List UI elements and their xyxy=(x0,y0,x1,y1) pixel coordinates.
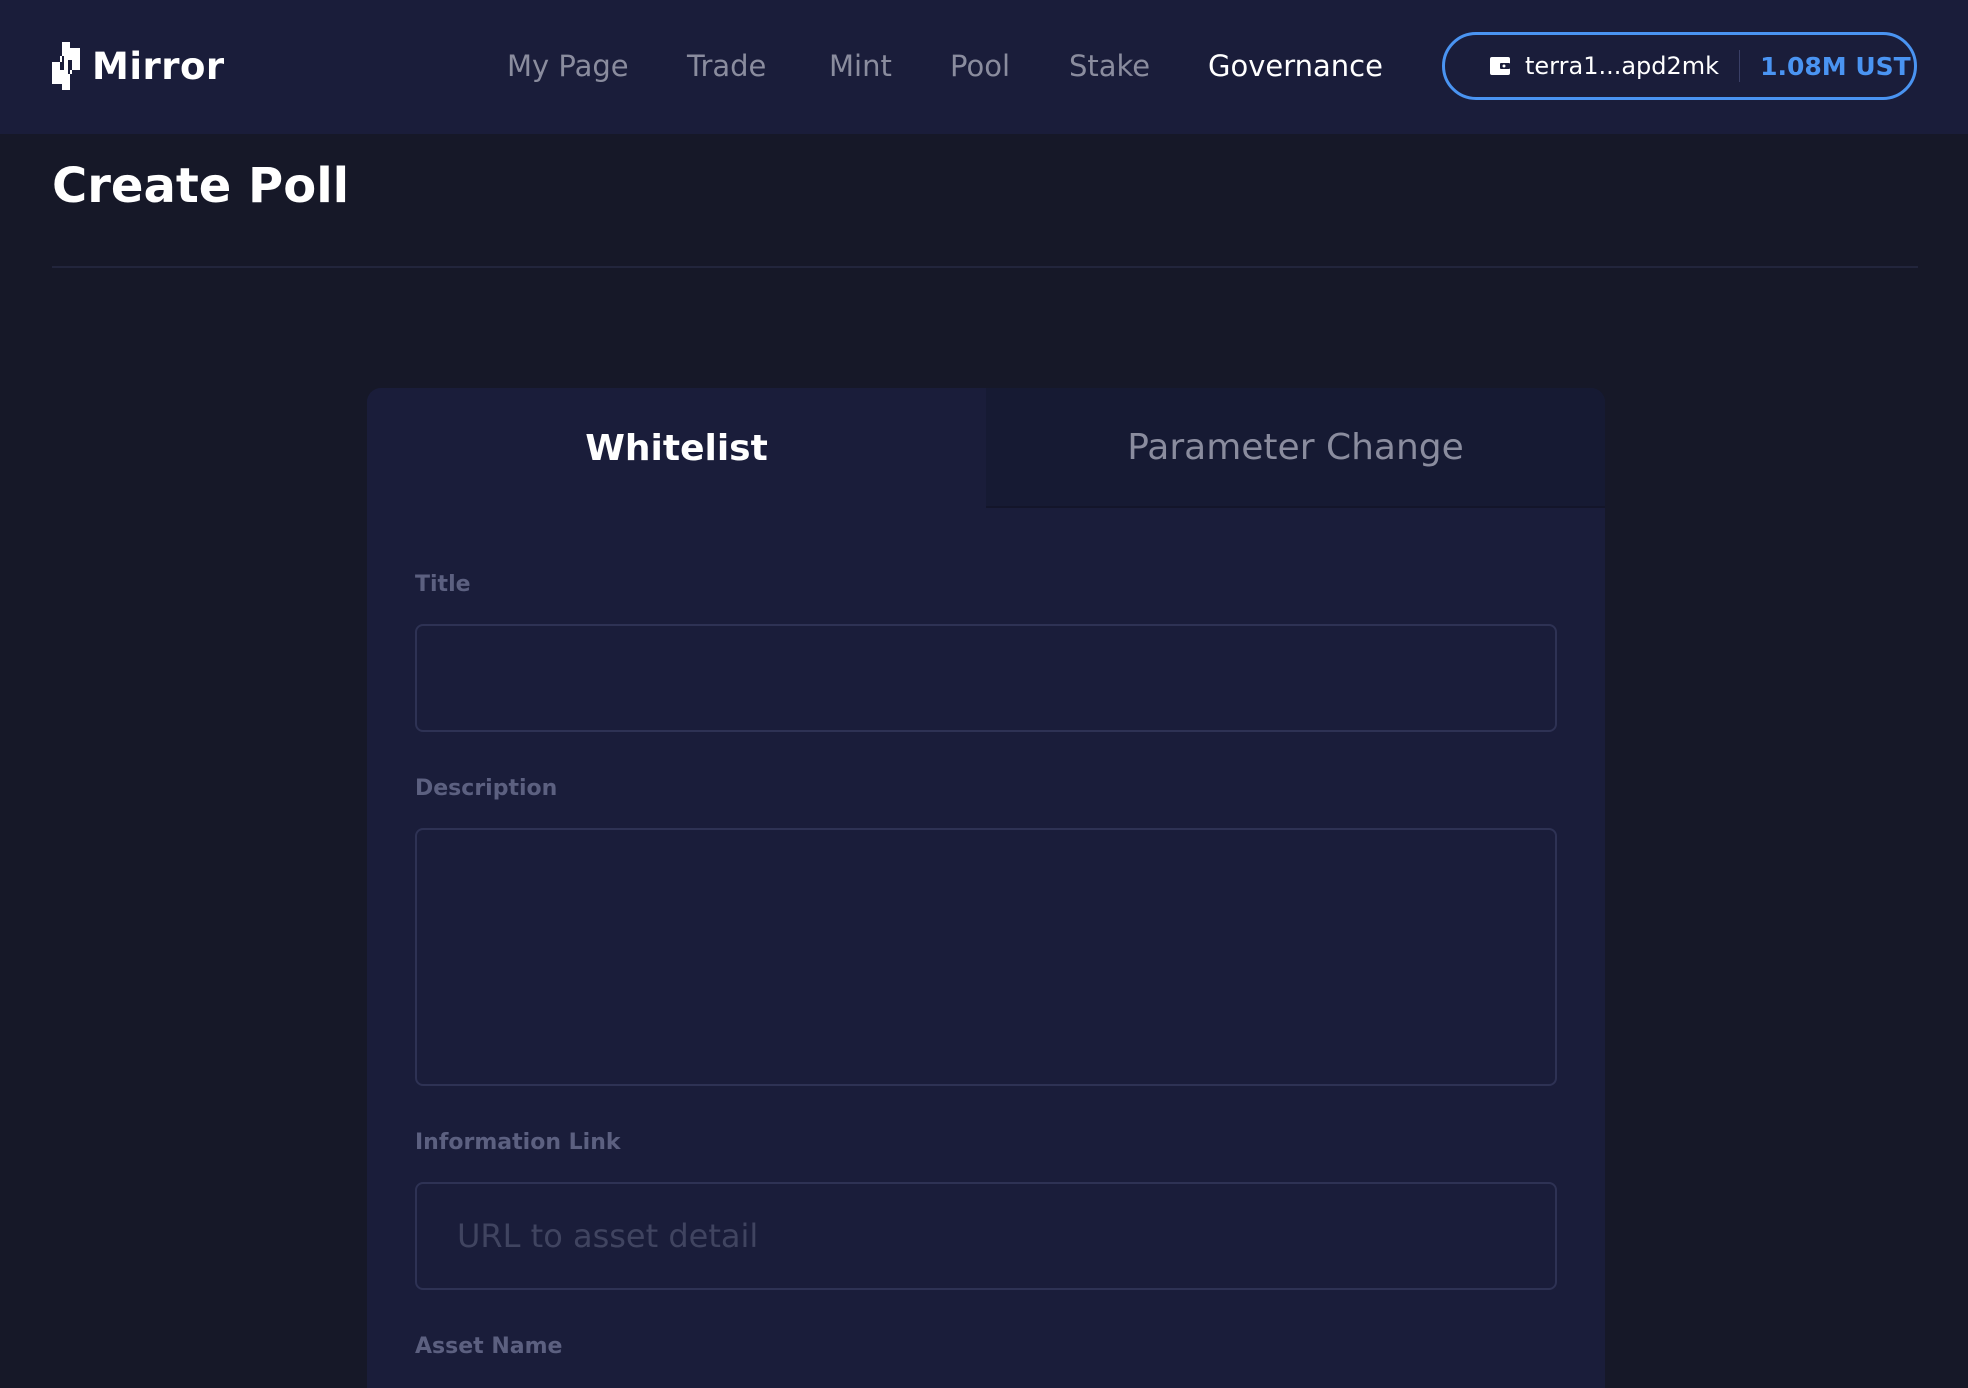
mirror-logo[interactable]: Mirror xyxy=(52,40,225,92)
wallet-button[interactable]: terra1...apd2mk 1.08M UST xyxy=(1442,32,1917,100)
title-label: Title xyxy=(415,572,471,597)
description-label: Description xyxy=(415,776,558,801)
tab-parameter-change[interactable]: Parameter Change xyxy=(986,388,1605,508)
create-poll-form: Whitelist Parameter Change Title Descrip… xyxy=(367,388,1605,1388)
wallet-icon xyxy=(1490,57,1510,75)
nav-item-stake[interactable]: Stake xyxy=(1069,44,1150,88)
title-input[interactable] xyxy=(415,624,1557,732)
description-textarea[interactable] xyxy=(415,828,1557,1086)
top-navigation-bar: Mirror My Page Trade Mint Pool Stake Gov… xyxy=(0,0,1968,134)
tab-whitelist[interactable]: Whitelist xyxy=(367,388,986,508)
wallet-address: terra1...apd2mk xyxy=(1525,52,1720,80)
logo-text: Mirror xyxy=(92,44,225,88)
asset-name-label: Asset Name xyxy=(415,1334,563,1359)
nav-item-trade[interactable]: Trade xyxy=(687,44,766,88)
information-link-input[interactable] xyxy=(415,1182,1557,1290)
title-divider xyxy=(52,266,1918,268)
nav-item-mint[interactable]: Mint xyxy=(829,44,892,88)
nav-item-governance[interactable]: Governance xyxy=(1208,44,1383,88)
mirror-logo-icon xyxy=(52,42,80,90)
poll-type-tabs: Whitelist Parameter Change xyxy=(367,388,1605,508)
information-link-label: Information Link xyxy=(415,1130,621,1155)
page-title: Create Poll xyxy=(52,158,350,214)
nav-item-pool[interactable]: Pool xyxy=(950,44,1010,88)
wallet-separator xyxy=(1739,50,1741,82)
nav-item-my-page[interactable]: My Page xyxy=(507,44,629,88)
wallet-balance: 1.08M UST xyxy=(1760,51,1911,81)
